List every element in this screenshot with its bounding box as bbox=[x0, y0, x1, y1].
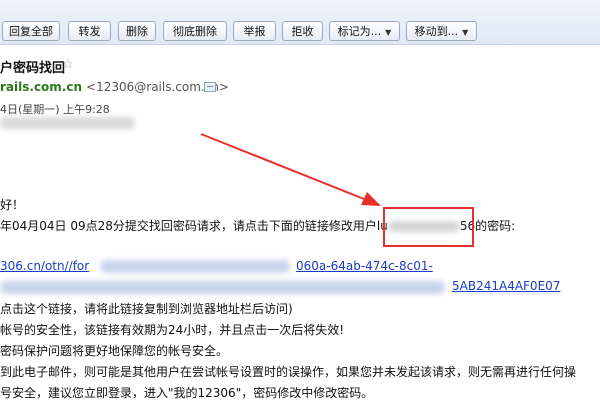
email-subject: 户密码找回 bbox=[0, 61, 66, 76]
permanent-delete-button[interactable]: 彻底删除 bbox=[163, 21, 227, 41]
contact-card-icon[interactable] bbox=[204, 82, 216, 92]
reject-button[interactable]: 拒收 bbox=[282, 21, 323, 41]
greeting-text: 好！ bbox=[0, 198, 25, 212]
chevron-down-icon: ▼ bbox=[462, 28, 469, 37]
redacted-link-line2 bbox=[0, 281, 445, 294]
mail-toolbar: 回复全部 转发 删除 彻底删除 举报 拒收 标记为... ▼ 移动到... ▼ bbox=[0, 0, 600, 45]
annotation-arrow bbox=[200, 133, 381, 206]
body-line-validity: 帐号的安全性，该链接有效期为24小时，并且点击一次后将失效! bbox=[0, 323, 345, 337]
forward-label: 转发 bbox=[78, 25, 101, 38]
reject-label: 拒收 bbox=[291, 25, 314, 38]
sender-name[interactable]: rails.com.cn bbox=[0, 80, 82, 94]
reply-all-button[interactable]: 回复全部 bbox=[2, 21, 60, 41]
body-line-copy-link: 点击这个链接，请将此链接复制到浏览器地址栏后访问) bbox=[0, 302, 293, 316]
move-to-label: 移动到... bbox=[414, 25, 459, 38]
reset-link-tail[interactable]: 060a-64ab-474c-8c01- bbox=[296, 259, 433, 273]
move-to-dropdown[interactable]: 移动到... ▼ bbox=[406, 21, 477, 41]
body-line-security-question: 密码保护问题将更好地保障您的帐号安全。 bbox=[0, 344, 229, 358]
forward-button[interactable]: 转发 bbox=[68, 21, 111, 41]
sender-line: rails.com.cn <12306@rails.com.cn> bbox=[0, 80, 229, 94]
body-line-login-advice: 号安全，建议您立即登录，进入"我的12306"，密码修改中修改密码。 bbox=[0, 386, 374, 400]
mark-as-label: 标记为... bbox=[337, 25, 382, 38]
delete-label: 删除 bbox=[126, 25, 148, 38]
email-date: 4日(星期一) 上午9:28 bbox=[0, 103, 110, 116]
permanent-delete-label: 彻底删除 bbox=[173, 25, 217, 38]
report-button[interactable]: 举报 bbox=[233, 21, 276, 41]
mark-as-dropdown[interactable]: 标记为... ▼ bbox=[329, 21, 400, 41]
request-text: 年04月04日 09点28分提交找回密码请求，请点击下面的链接修改用户lu bbox=[0, 219, 388, 233]
reset-link-end[interactable]: 5AB241A4AF0E07 bbox=[452, 279, 560, 293]
body-line-misoperation: 到此电子邮件，则可能是其他用户在尝试帐号设置时的误操作，如果您并未发起该请求，则… bbox=[0, 365, 577, 379]
redacted-link-middle bbox=[100, 260, 290, 273]
delete-button[interactable]: 删除 bbox=[118, 21, 156, 41]
report-label: 举报 bbox=[243, 25, 266, 38]
highlight-box bbox=[383, 207, 474, 247]
reset-link-start[interactable]: 306.cn/otn//for bbox=[0, 259, 89, 273]
redacted-recipient bbox=[0, 117, 135, 129]
reply-all-label: 回复全部 bbox=[9, 25, 53, 38]
star-icon[interactable]: ☆ bbox=[62, 57, 74, 72]
chevron-down-icon: ▼ bbox=[385, 28, 392, 37]
